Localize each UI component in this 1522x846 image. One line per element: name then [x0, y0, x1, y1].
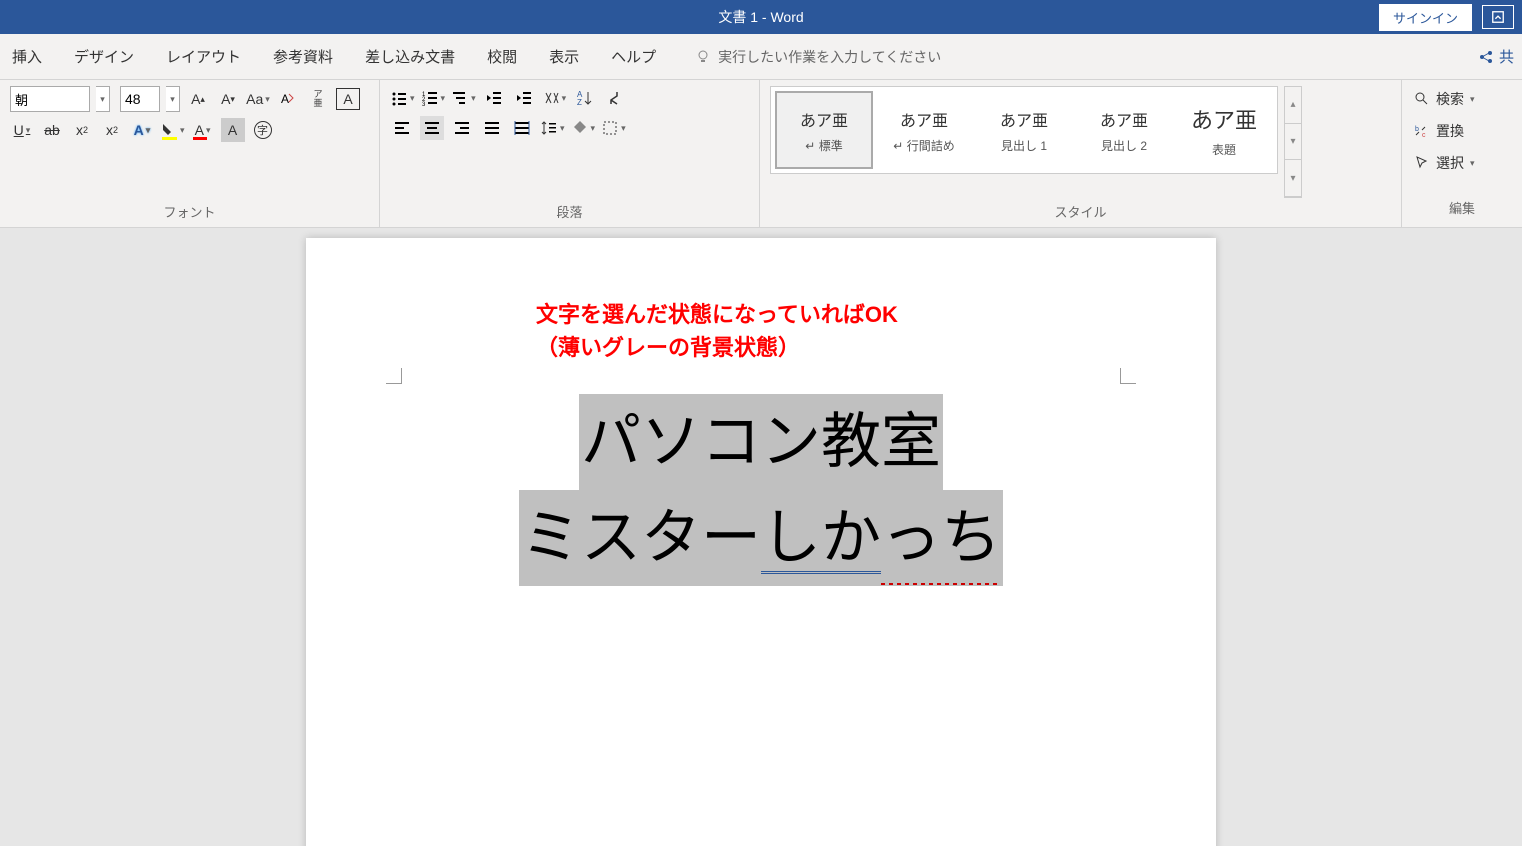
- annotation-text: 文字を選んだ状態になっていればOK （薄いグレーの背景状態）: [536, 298, 1136, 364]
- replace-icon: bc: [1414, 123, 1430, 139]
- titlebar: 文書 1 - Word サインイン: [0, 0, 1522, 34]
- margin-marker-top-left: [386, 368, 402, 384]
- editing-group-label: 編集: [1414, 194, 1510, 221]
- numbering-button[interactable]: 123: [421, 86, 446, 110]
- tab-review[interactable]: 校閲: [485, 42, 519, 71]
- svg-text:3: 3: [422, 102, 426, 107]
- tab-help[interactable]: ヘルプ: [609, 42, 658, 71]
- cursor-icon: [1414, 155, 1430, 171]
- font-name-input[interactable]: 朝: [10, 86, 90, 112]
- sort-button[interactable]: AZ: [572, 86, 596, 110]
- style-heading1[interactable]: あア亜 見出し 1: [975, 91, 1073, 169]
- app-name: Word: [770, 9, 803, 25]
- style-normal[interactable]: あア亜 ↵ 標準: [775, 91, 873, 169]
- clear-formatting-button[interactable]: A: [276, 87, 300, 111]
- font-name-dropdown[interactable]: ▾: [96, 86, 110, 112]
- page[interactable]: 文字を選んだ状態になっていればOK （薄いグレーの背景状態） パソコン教室 ミス…: [306, 238, 1216, 846]
- strikethrough-button[interactable]: ab: [40, 118, 64, 142]
- signin-button[interactable]: サインイン: [1379, 4, 1472, 31]
- paragraph-group-label: 段落: [390, 198, 749, 225]
- phonetic-guide-button[interactable]: ア亜: [306, 87, 330, 111]
- line-spacing-button[interactable]: [540, 116, 565, 140]
- replace-button[interactable]: bc 置換: [1414, 118, 1510, 144]
- document-name: 文書 1: [718, 9, 758, 25]
- font-size-dropdown[interactable]: ▾: [166, 86, 180, 112]
- underline-button[interactable]: U: [10, 118, 34, 142]
- multilevel-list-button[interactable]: [451, 86, 476, 110]
- shrink-font-button[interactable]: A▾: [216, 87, 240, 111]
- tab-view[interactable]: 表示: [547, 42, 581, 71]
- character-border-button[interactable]: A: [336, 88, 360, 110]
- enclose-characters-button[interactable]: 字: [251, 118, 275, 142]
- group-paragraph: 123 AZ 段落: [380, 80, 760, 227]
- superscript-button[interactable]: x2: [100, 118, 124, 142]
- window-title: 文書 1 - Word: [718, 7, 803, 27]
- highlight-button[interactable]: [160, 118, 185, 142]
- search-placeholder: 実行したい作業を入力してください: [718, 47, 941, 67]
- svg-text:A: A: [281, 92, 289, 106]
- gallery-up-button[interactable]: ▴: [1285, 87, 1301, 124]
- gallery-more-button[interactable]: ▾: [1285, 160, 1301, 197]
- svg-text:c: c: [1422, 132, 1426, 139]
- tell-me-search[interactable]: 実行したい作業を入力してください: [696, 47, 941, 67]
- select-button[interactable]: 選択 ▾: [1414, 150, 1510, 176]
- tab-references[interactable]: 参考資料: [271, 42, 335, 71]
- tab-mailings[interactable]: 差し込み文書: [363, 42, 457, 71]
- font-color-button[interactable]: A: [191, 118, 215, 142]
- shading-button[interactable]: [571, 116, 596, 140]
- style-title[interactable]: あア亜 表題: [1175, 91, 1273, 169]
- search-icon: [1414, 91, 1430, 107]
- ribbon-tabs: 挿入 デザイン レイアウト 参考資料 差し込み文書 校閲 表示 ヘルプ 実行した…: [0, 34, 1522, 80]
- align-center-button[interactable]: [420, 116, 444, 140]
- group-editing: 検索 ▾ bc 置換 選択 ▾ 編集: [1402, 80, 1522, 227]
- find-button[interactable]: 検索 ▾: [1414, 86, 1510, 112]
- align-right-button[interactable]: [450, 116, 474, 140]
- borders-button[interactable]: [601, 116, 626, 140]
- document-content[interactable]: パソコン教室 ミスターしかっち: [386, 394, 1136, 586]
- asian-layout-button[interactable]: [542, 86, 567, 110]
- character-shading-button[interactable]: A: [221, 118, 245, 142]
- share-icon: [1479, 49, 1495, 65]
- subscript-button[interactable]: x2: [70, 118, 94, 142]
- margin-marker-top-right: [1120, 368, 1136, 384]
- document-area[interactable]: 文字を選んだ状態になっていればOK （薄いグレーの背景状態） パソコン教室 ミス…: [0, 228, 1522, 846]
- tab-layout[interactable]: レイアウト: [164, 42, 243, 71]
- styles-group-label: スタイル: [770, 198, 1391, 225]
- group-font: 朝 ▾ 48 ▾ A▴ A▾ Aa A ア亜 A U ab x2 x2 A A …: [0, 80, 380, 227]
- gallery-down-button[interactable]: ▾: [1285, 124, 1301, 161]
- font-group-label: フォント: [10, 198, 369, 225]
- selected-text-line2[interactable]: ミスターしかっち: [519, 490, 1003, 586]
- tab-insert[interactable]: 挿入: [10, 42, 44, 71]
- distributed-button[interactable]: [510, 116, 534, 140]
- text-effects-button[interactable]: A: [130, 118, 154, 142]
- ribbon-display-options-icon[interactable]: [1482, 5, 1514, 29]
- grow-font-button[interactable]: A▴: [186, 87, 210, 111]
- style-heading2[interactable]: あア亜 見出し 2: [1075, 91, 1173, 169]
- styles-gallery-nav: ▴ ▾ ▾: [1284, 86, 1302, 198]
- decrease-indent-button[interactable]: [482, 86, 506, 110]
- change-case-button[interactable]: Aa: [246, 87, 270, 111]
- align-left-button[interactable]: [390, 116, 414, 140]
- font-size-input[interactable]: 48: [120, 86, 160, 112]
- selected-text-line1[interactable]: パソコン教室: [579, 394, 943, 490]
- ribbon: 朝 ▾ 48 ▾ A▴ A▾ Aa A ア亜 A U ab x2 x2 A A …: [0, 80, 1522, 228]
- style-no-spacing[interactable]: あア亜 ↵ 行間詰め: [875, 91, 973, 169]
- show-hide-marks-button[interactable]: [602, 86, 626, 110]
- svg-text:Z: Z: [577, 98, 582, 107]
- lightbulb-icon: [696, 49, 712, 65]
- styles-gallery: あア亜 ↵ 標準 あア亜 ↵ 行間詰め あア亜 見出し 1 あア亜 見出し 2 …: [770, 86, 1278, 174]
- bullets-button[interactable]: [390, 86, 415, 110]
- justify-button[interactable]: [480, 116, 504, 140]
- share-button[interactable]: 共: [1479, 46, 1514, 67]
- tab-design[interactable]: デザイン: [72, 42, 136, 71]
- group-styles: あア亜 ↵ 標準 あア亜 ↵ 行間詰め あア亜 見出し 1 あア亜 見出し 2 …: [760, 80, 1402, 227]
- increase-indent-button[interactable]: [512, 86, 536, 110]
